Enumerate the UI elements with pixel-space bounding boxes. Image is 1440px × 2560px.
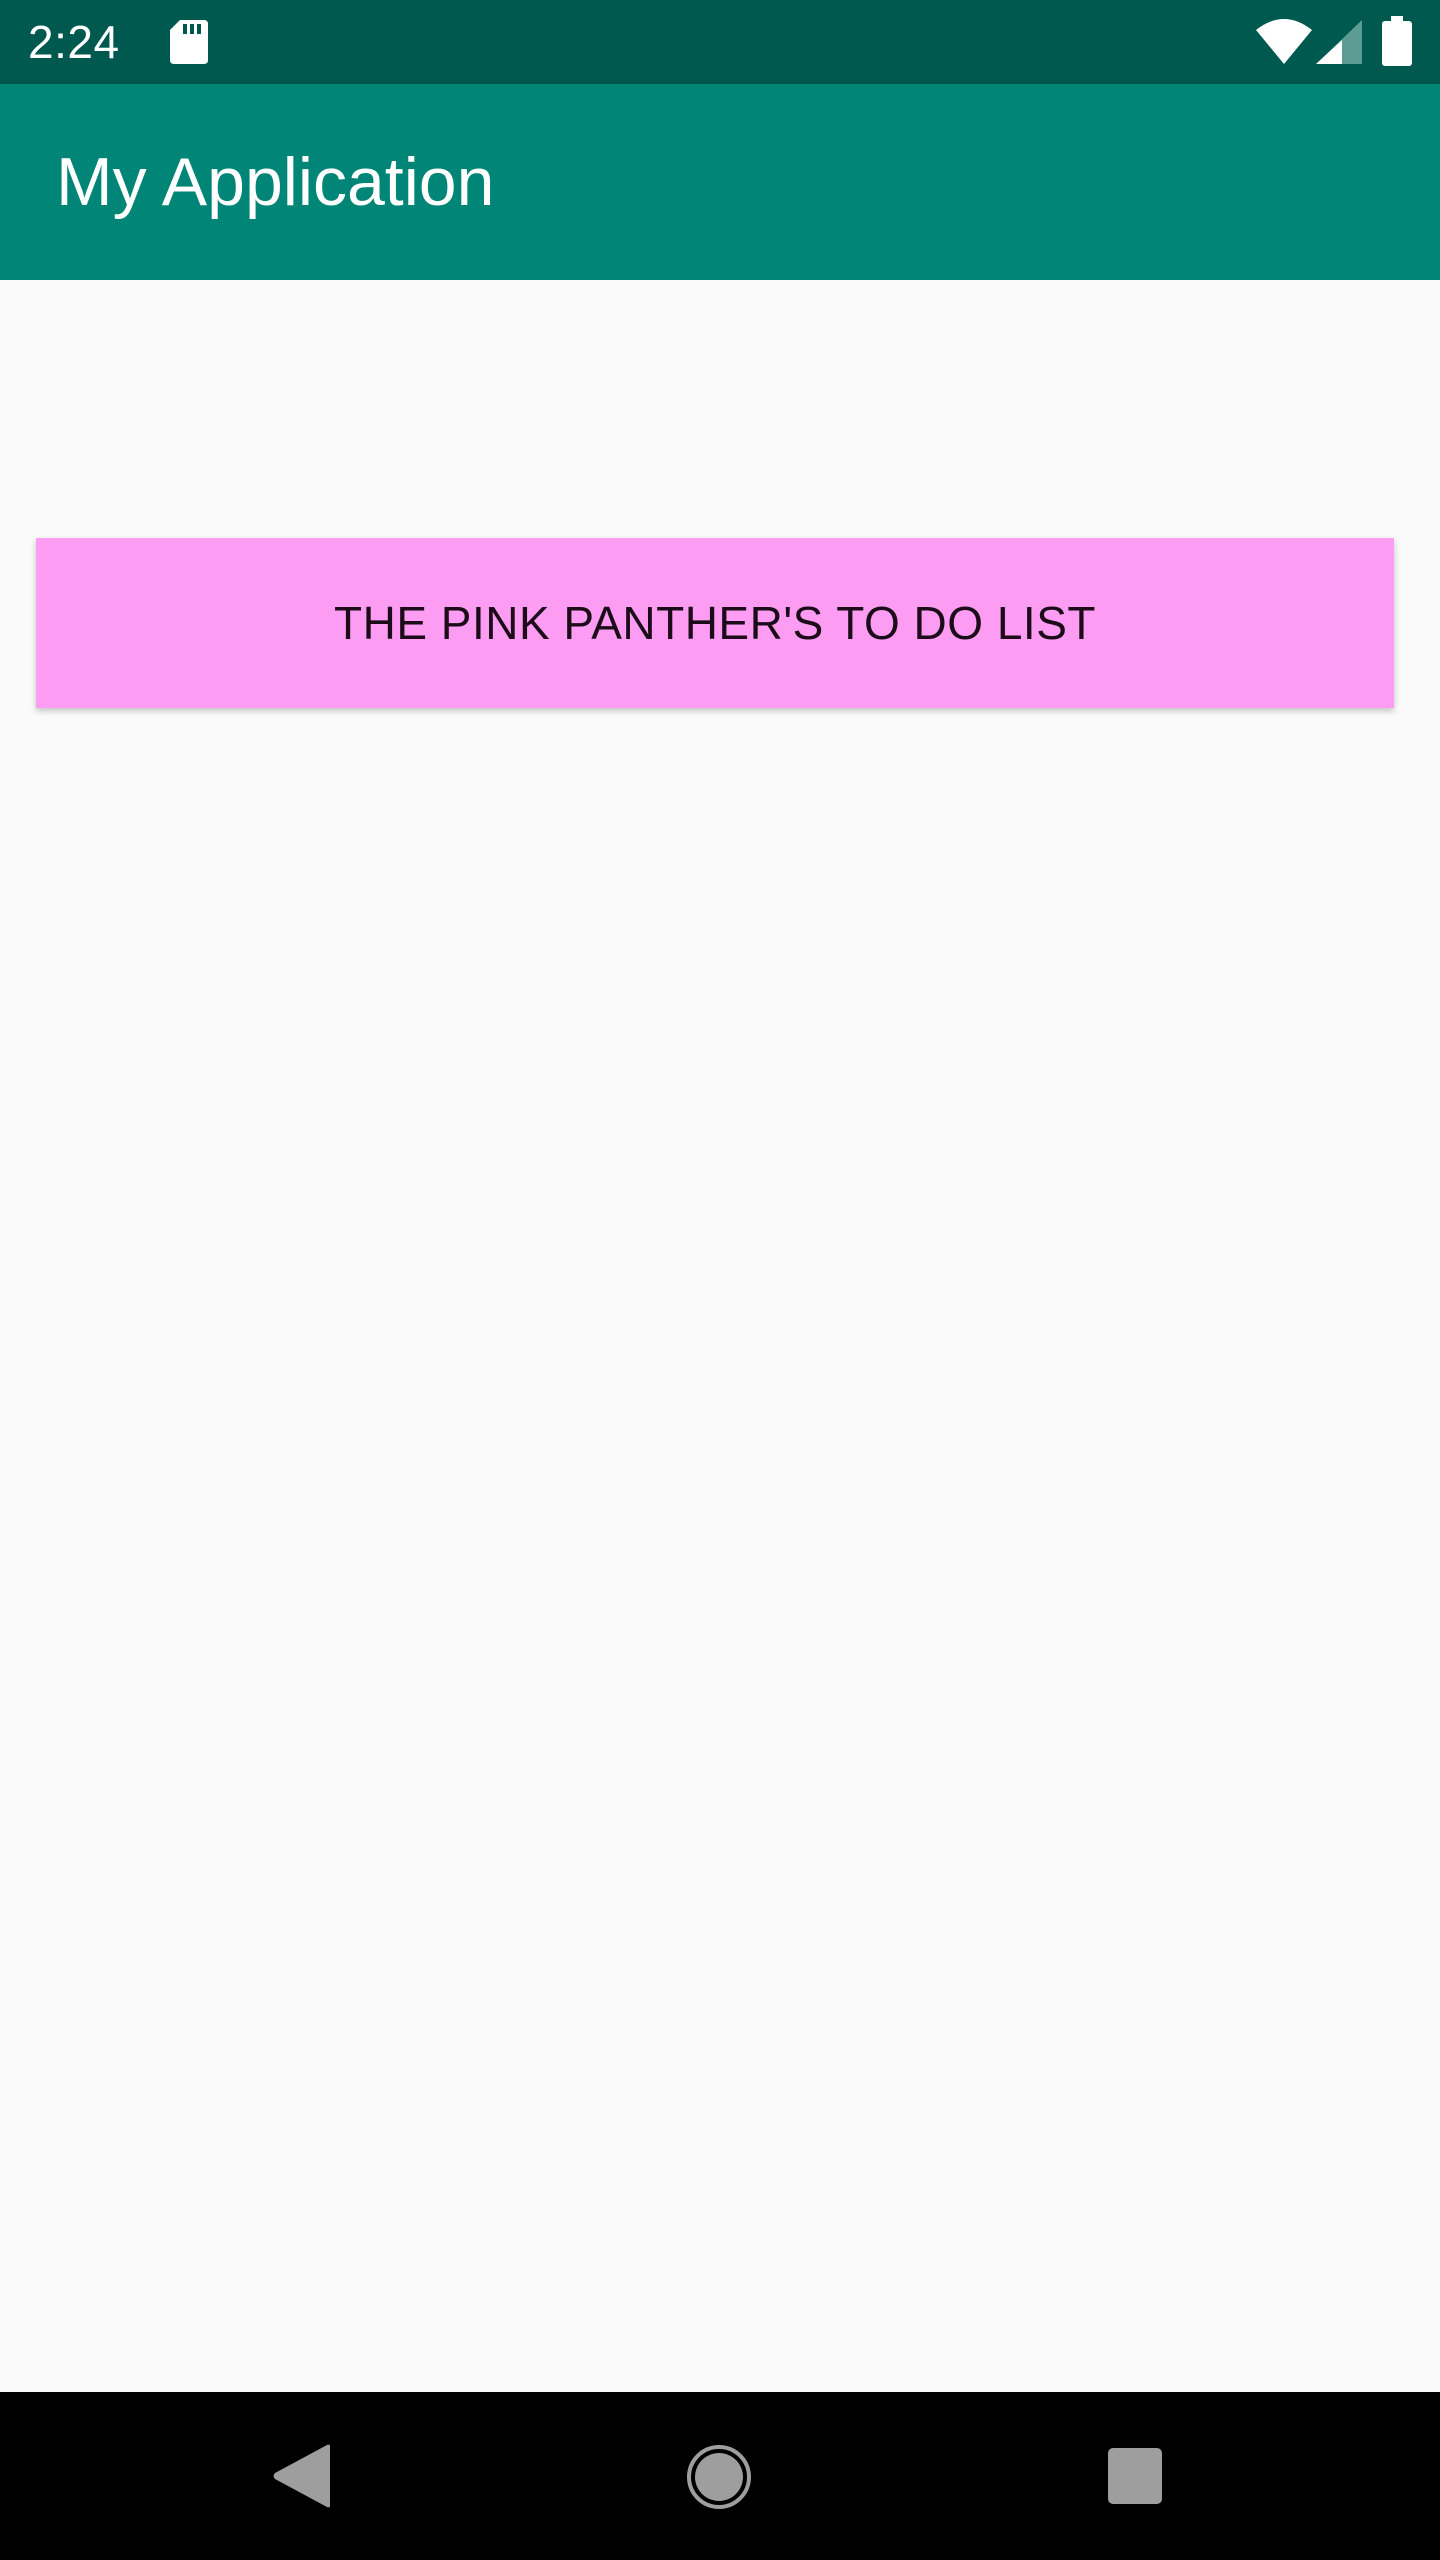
battery-icon bbox=[1382, 16, 1412, 66]
screen: 2:24 My Application THE PINK PANTHER'S T… bbox=[0, 0, 1440, 2560]
wifi-icon bbox=[1256, 19, 1312, 64]
home-icon[interactable] bbox=[686, 2444, 752, 2510]
back-icon[interactable] bbox=[272, 2444, 330, 2508]
app-bar: My Application bbox=[0, 84, 1440, 280]
todo-list-button[interactable]: THE PINK PANTHER'S TO DO LIST bbox=[36, 538, 1394, 708]
status-time: 2:24 bbox=[28, 16, 120, 68]
recents-icon[interactable] bbox=[1108, 2448, 1162, 2504]
cell-signal-icon bbox=[1316, 20, 1362, 64]
navigation-bar bbox=[0, 2392, 1440, 2560]
sd-card-icon bbox=[170, 20, 208, 64]
status-bar: 2:24 bbox=[0, 0, 1440, 84]
app-title: My Application bbox=[56, 144, 495, 220]
main-content: THE PINK PANTHER'S TO DO LIST bbox=[0, 280, 1440, 2392]
